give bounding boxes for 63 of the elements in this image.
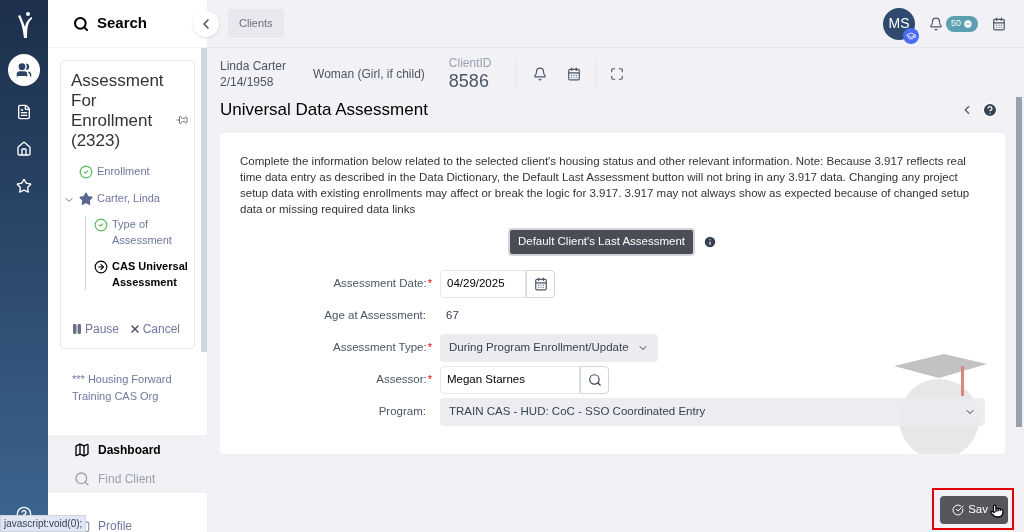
check-icon — [94, 218, 108, 232]
pause-icon — [71, 323, 83, 335]
program-select[interactable]: TRAIN CAS - HUD: CoC - SSO Coordinated Entry — [440, 398, 985, 426]
rail-button[interactable] — [8, 54, 40, 86]
intro-paragraph: Complete the information below related to the selected client's housing status and other relevant information. Note: Because 3.917 reflects real time data entry as described in the Data Dictionary, the Default Last Assessment button will not bring in any 3.917 data. Changing any project setup data with existing enrollments may affect or break the logic for 3.917. 3.917 may not always show as expected because of changed setup data or missing required data links — [240, 154, 971, 217]
field-label: Assessment Date: — [333, 276, 427, 292]
check-icon — [79, 165, 93, 179]
pointer-icon — [990, 504, 1004, 518]
info-icon[interactable] — [703, 235, 718, 249]
field-label: Age at Assessment: — [324, 308, 426, 324]
graduation-cap-badge — [903, 27, 919, 44]
select-field[interactable]: During Program Enrollment/Update — [440, 334, 658, 362]
required-mark: * — [427, 276, 432, 292]
check-icon — [952, 504, 965, 516]
field-label: Assessor: — [376, 372, 427, 388]
search-icon — [74, 470, 90, 487]
map-icon — [74, 441, 90, 458]
star-icon — [16, 178, 32, 194]
workflow-step[interactable]: Enrollment — [97, 163, 150, 179]
breadcrumb[interactable]: Clients — [228, 9, 284, 38]
search-icon — [587, 373, 602, 387]
workflow-step[interactable]: CAS Universal Assessment — [112, 258, 188, 290]
field-value: 67 — [446, 308, 459, 324]
users-icon — [16, 62, 32, 78]
workflow-step[interactable]: Type of Assessment — [112, 216, 188, 248]
calendar-icon[interactable] — [992, 16, 1006, 31]
workflow-step[interactable]: Carter, Linda — [97, 190, 160, 206]
bell-icon[interactable] — [929, 16, 943, 31]
calendar-icon[interactable] — [566, 67, 581, 81]
save-button[interactable]: Sav — [940, 496, 1008, 524]
assessor-field[interactable]: Megan Starnes — [440, 366, 580, 394]
search-icon — [73, 15, 89, 32]
date-field[interactable]: 04/29/2025 — [440, 270, 526, 298]
client-dob: 2/14/1958 — [220, 74, 275, 90]
client-id-label: ClientID — [448, 56, 492, 70]
help-icon[interactable] — [982, 102, 998, 118]
star-icon — [79, 192, 93, 206]
client-name: Linda Carter — [220, 58, 287, 74]
close-icon — [128, 323, 141, 335]
search-label[interactable]: Search — [97, 12, 148, 35]
client-id: 8586 — [448, 69, 490, 92]
url-tooltip: javascript:void(0); — [0, 515, 87, 532]
client-gender: Woman (Girl, if child) — [313, 66, 425, 83]
nav-item[interactable]: Dashboard — [48, 435, 207, 464]
pause-button[interactable]: Pause — [71, 320, 120, 338]
bell-icon[interactable] — [532, 67, 547, 81]
required-mark: * — [427, 372, 432, 388]
pin-icon[interactable] — [176, 114, 188, 126]
organization-name[interactable]: *** Housing Forward Training CAS Org — [48, 371, 207, 405]
cancel-button[interactable]: Cancel — [128, 320, 180, 338]
field-label: Program: — [378, 404, 426, 420]
fullscreen-icon[interactable] — [609, 67, 624, 81]
page-title: Universal Data Assessment — [220, 99, 428, 122]
document-icon — [16, 104, 32, 120]
calendar-icon — [533, 277, 548, 291]
search-button[interactable] — [580, 366, 609, 394]
workflow-title: Assessment For Enrollment (2323) — [71, 71, 165, 151]
minus-icon — [963, 18, 973, 29]
field-label: Assessment Type: — [332, 340, 427, 356]
home-icon — [16, 141, 32, 157]
default-assessment-button[interactable]: Default Client's Last Assessment — [507, 228, 696, 256]
required-mark: * — [427, 340, 432, 356]
calendar-button[interactable] — [526, 270, 555, 298]
